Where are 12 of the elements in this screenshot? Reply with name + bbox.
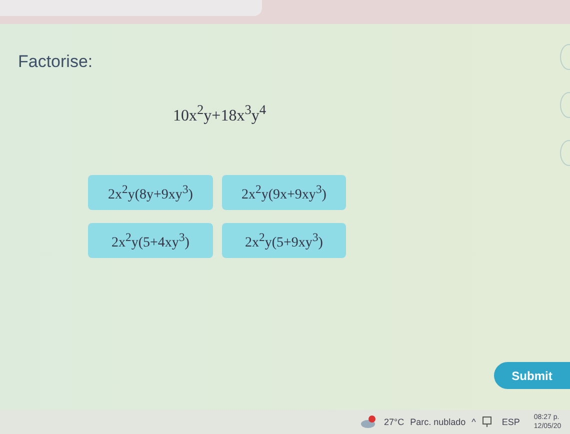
answer-option[interactable]: 2x$^{2}$y(5+9xy$^{3}$) <box>222 223 346 258</box>
answer-option[interactable]: 2x$^{2}$y(8y+9xy$^{3}$) <box>88 175 213 210</box>
temperature-text: 27°C <box>384 417 404 427</box>
tray-chevron[interactable]: ^ <box>472 417 476 427</box>
answer-option[interactable]: 2x$^{2}$y(5+4xy$^{3}$) <box>88 223 213 258</box>
math-expression: 10x$^{2}$y+18x$^{3}$y$^{4}$ <box>173 102 266 126</box>
question-prompt: Factorise: <box>18 52 93 72</box>
weather-text: Parc. nublado <box>410 417 466 427</box>
weather-icon[interactable] <box>360 415 378 429</box>
answer-option[interactable]: 2x$^{2}$y(9x+9xy$^{3}$) <box>222 175 346 210</box>
monitor-icon[interactable] <box>482 416 492 428</box>
language-indicator[interactable]: ESP <box>502 417 520 427</box>
